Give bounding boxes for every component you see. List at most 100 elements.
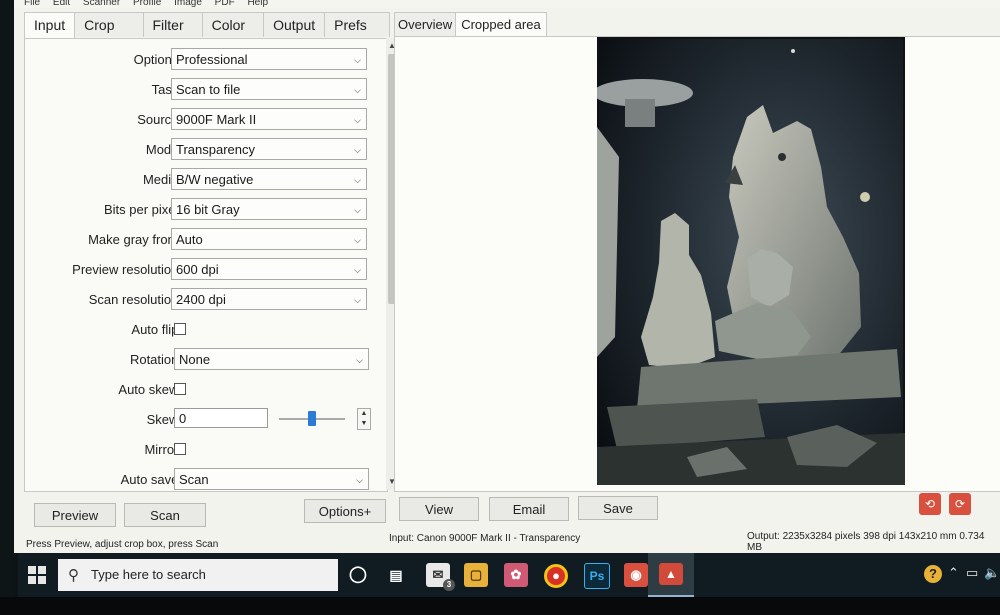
tab-overview[interactable]: Overview <box>394 12 457 36</box>
view-button[interactable]: View <box>399 497 479 521</box>
photoshop-icon[interactable]: Ps <box>584 563 610 589</box>
skew-input[interactable]: 0 <box>174 408 268 428</box>
tab-cropped-area[interactable]: Cropped area <box>455 12 547 37</box>
vuescan-icon: ▲ <box>659 563 683 585</box>
mode-select[interactable]: Transparency ⌵ <box>171 138 367 160</box>
bits-row: Bits per pixel: 16 bit Gray ⌵ <box>25 198 387 222</box>
status-output: Output: 2235x3284 pixels 398 dpi 143x210… <box>747 531 985 553</box>
scan-resolution-label: Scan resolution: <box>88 292 182 307</box>
chevron-down-icon: ⌵ <box>356 355 363 365</box>
preview-panel: Overview Cropped area ⟲ ⟳ <box>394 12 1000 515</box>
monitor-bezel-bottom <box>0 597 1000 615</box>
chevron-up-icon[interactable]: ⌃ <box>948 565 959 581</box>
tab-filter[interactable]: Filter <box>142 12 203 37</box>
scan-resolution-row: Scan resolution: 2400 dpi ⌵ <box>25 288 387 312</box>
magnifier-icon: ⚲ <box>68 567 79 584</box>
chrome-icon[interactable]: ● <box>544 564 568 588</box>
settings-panel: Input Crop Filter Color Output Prefs Opt… <box>24 12 398 492</box>
tab-prefs[interactable]: Prefs <box>324 12 390 37</box>
rotation-row: Rotation: None ⌵ <box>25 348 387 372</box>
monitor-bezel-left <box>0 0 14 597</box>
gray-select[interactable]: Auto ⌵ <box>171 228 367 250</box>
preview-button[interactable]: Preview <box>34 503 116 527</box>
auto-save-select[interactable]: Scan ⌵ <box>174 468 369 490</box>
help-icon[interactable]: ? <box>924 565 942 583</box>
preview-area: ⟲ ⟳ <box>394 36 1000 515</box>
tab-crop[interactable]: Crop <box>74 12 144 37</box>
rotation-select[interactable]: None ⌵ <box>174 348 369 370</box>
network-icon[interactable]: ▭ <box>966 565 978 581</box>
options-select[interactable]: Professional ⌵ <box>171 48 367 70</box>
bits-value: 16 bit Gray <box>176 202 240 217</box>
media-value: B/W negative <box>176 172 254 187</box>
scan-preview-image[interactable] <box>597 37 905 485</box>
rotate-left-icon[interactable]: ⟲ <box>919 493 941 515</box>
chevron-down-icon: ⌵ <box>354 115 361 125</box>
preview-resolution-label: Preview resolution: <box>72 262 182 277</box>
volume-icon[interactable]: 🔈 <box>984 565 1000 581</box>
file-explorer-icon[interactable]: ▢ <box>464 563 488 587</box>
email-button[interactable]: Email <box>489 497 569 521</box>
skew-slider-thumb[interactable] <box>308 411 316 426</box>
input-settings-form: Options: Professional ⌵ Task: Scan to fil… <box>24 38 388 492</box>
preview-resolution-select[interactable]: 600 dpi ⌵ <box>171 258 367 280</box>
auto-save-value: Scan <box>179 472 209 487</box>
tab-color[interactable]: Color <box>201 12 265 37</box>
task-value: Scan to file <box>176 82 241 97</box>
options-plus-button[interactable]: Options+ <box>304 499 386 523</box>
bits-select[interactable]: 16 bit Gray ⌵ <box>171 198 367 220</box>
options-row: Options: Professional ⌵ <box>25 48 387 72</box>
preview-resolution-value: 600 dpi <box>176 262 219 277</box>
mirror-checkbox[interactable] <box>174 443 186 455</box>
skew-row: Skew: 0 ▲ ▼ <box>25 408 387 432</box>
taskbar-search-box[interactable]: ⚲ Type here to search <box>58 559 338 591</box>
scan-button[interactable]: Scan <box>124 503 206 527</box>
media-select[interactable]: B/W negative ⌵ <box>171 168 367 190</box>
windows-logo-icon[interactable] <box>28 566 46 584</box>
circle-icon[interactable]: ◯ <box>346 563 370 587</box>
options-value: Professional <box>176 52 248 67</box>
auto-flip-checkbox[interactable] <box>174 323 186 335</box>
tab-output[interactable]: Output <box>263 12 326 37</box>
skew-spinner[interactable]: ▲ ▼ <box>357 408 371 430</box>
scan-resolution-select[interactable]: 2400 dpi ⌵ <box>171 288 367 310</box>
task-row: Task: Scan to file ⌵ <box>25 78 387 102</box>
mail-icon[interactable]: ✉ 3 <box>426 563 455 591</box>
preview-resolution-row: Preview resolution: 600 dpi ⌵ <box>25 258 387 282</box>
chevron-down-icon: ⌵ <box>354 145 361 155</box>
menu-edit[interactable]: Edit <box>53 0 70 8</box>
vuescan-taskbar-button[interactable]: ▲ <box>648 553 694 597</box>
menu-help[interactable]: Help <box>247 0 268 8</box>
source-select[interactable]: 9000F Mark II ⌵ <box>171 108 367 130</box>
menu-file[interactable]: File <box>24 0 40 8</box>
menu-pdf[interactable]: PDF <box>215 0 235 8</box>
save-button[interactable]: Save <box>578 496 658 520</box>
auto-save-row: Auto save: Scan ⌵ <box>25 468 387 492</box>
task-select[interactable]: Scan to file ⌵ <box>171 78 367 100</box>
gray-value: Auto <box>176 232 203 247</box>
auto-skew-checkbox[interactable] <box>174 383 186 395</box>
gray-row: Make gray from: Auto ⌵ <box>25 228 387 252</box>
rotation-value: None <box>179 352 211 367</box>
menu-scanner[interactable]: Scanner <box>83 0 120 8</box>
app-settings-icon[interactable]: ◉ <box>624 563 648 587</box>
tab-input[interactable]: Input <box>24 12 76 39</box>
windows-taskbar: ⚲ Type here to search ◯ ▤ ✉ 3 ▢ ✿ ● Ps ◉ … <box>18 553 1000 597</box>
mode-row: Mode: Transparency ⌵ <box>25 138 387 162</box>
auto-skew-row: Auto skew: <box>25 378 387 402</box>
status-hint: Press Preview, adjust crop box, press Sc… <box>26 539 219 550</box>
mode-value: Transparency <box>176 142 255 157</box>
menu-bar: File Edit Scanner Profile Image PDF Help <box>14 0 1000 8</box>
chevron-down-icon: ⌵ <box>354 205 361 215</box>
menu-image[interactable]: Image <box>174 0 202 8</box>
gray-label: Make gray from: <box>88 232 182 247</box>
rotate-right-icon[interactable]: ⟳ <box>949 493 971 515</box>
task-view-icon[interactable]: ▤ <box>384 563 408 587</box>
paint-icon[interactable]: ✿ <box>504 563 528 587</box>
menu-profile[interactable]: Profile <box>133 0 161 8</box>
chevron-down-icon: ⌵ <box>354 55 361 65</box>
scan-resolution-value: 2400 dpi <box>176 292 226 307</box>
source-row: Source: 9000F Mark II ⌵ <box>25 108 387 132</box>
auto-skew-label: Auto skew: <box>118 382 182 397</box>
mirror-row: Mirror: <box>25 438 387 462</box>
